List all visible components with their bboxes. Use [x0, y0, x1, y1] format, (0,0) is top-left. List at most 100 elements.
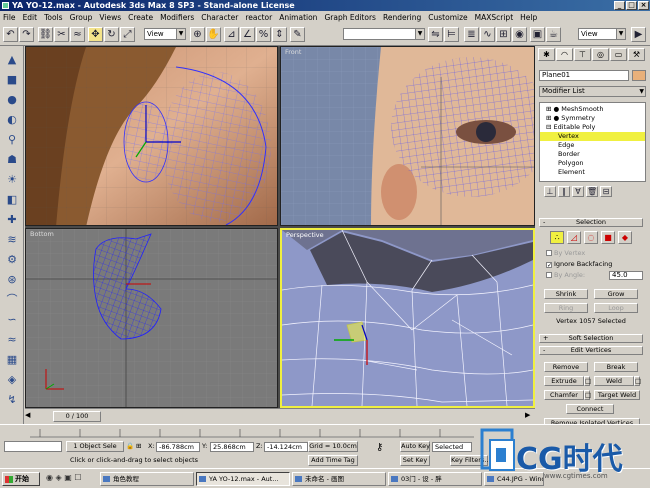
- weld-settings-button[interactable]: □: [634, 376, 641, 386]
- menu-animation[interactable]: Animation: [279, 13, 317, 22]
- bind-space-warp-icon[interactable]: ≈: [70, 27, 85, 42]
- key-mode-dropdown[interactable]: Selected: [432, 442, 472, 452]
- menu-graph-editors[interactable]: Graph Editors: [324, 13, 376, 22]
- menu-maxscript[interactable]: MAXScript: [475, 13, 514, 22]
- quick-render-icon[interactable]: ☕: [546, 27, 561, 42]
- task-item[interactable]: 未命名 - 画图: [292, 472, 386, 486]
- bone-icon[interactable]: ⚲: [4, 132, 20, 148]
- uvw-icon[interactable]: ◈: [4, 372, 20, 388]
- loop-button[interactable]: Loop: [594, 303, 638, 313]
- menu-create[interactable]: Create: [128, 13, 153, 22]
- hierarchy-tab-icon[interactable]: ⊤: [574, 48, 591, 61]
- task-item[interactable]: 角色教程: [100, 472, 194, 486]
- add-time-tag-button[interactable]: Add Time Tag: [308, 455, 358, 466]
- shrink-button[interactable]: Shrink: [544, 289, 588, 299]
- sphere-icon[interactable]: ●: [4, 92, 20, 108]
- x-coordinate-input[interactable]: -86.788cm: [156, 442, 200, 452]
- weld-button[interactable]: Weld: [594, 376, 634, 386]
- box-icon[interactable]: ■: [4, 72, 20, 88]
- track-bar-ruler[interactable]: [0, 425, 474, 439]
- material-editor-icon[interactable]: ◉: [512, 27, 527, 42]
- selection-rollout-header[interactable]: - Selection: [539, 218, 643, 227]
- modifier-icon[interactable]: ⊛: [4, 272, 20, 288]
- menu-group[interactable]: Group: [70, 13, 93, 22]
- viewport-bottom-right[interactable]: Perspective: [280, 228, 535, 408]
- stack-item-meshsmooth[interactable]: ⊞ ● MeshSmooth: [546, 105, 603, 114]
- light-icon[interactable]: ☀: [4, 172, 20, 188]
- grow-button[interactable]: Grow: [594, 289, 638, 299]
- chamfer-button[interactable]: Chamfer: [544, 390, 584, 400]
- ignore-backfacing-checkbox[interactable]: ✓ Ignore Backfacing: [546, 260, 612, 269]
- chamfer-settings-button[interactable]: □: [584, 390, 591, 400]
- vertex-mode-icon[interactable]: ∴: [550, 231, 564, 244]
- create-tab-icon[interactable]: ✱: [538, 48, 555, 61]
- render-scene-icon[interactable]: ▣: [530, 27, 545, 42]
- spinner-snap-icon[interactable]: ⇕: [272, 27, 287, 42]
- unlink-icon[interactable]: ✂: [54, 27, 69, 42]
- set-key-button[interactable]: Set Key: [400, 455, 430, 466]
- modifier-list-dropdown[interactable]: Modifier List ▼: [539, 86, 646, 97]
- border-mode-icon[interactable]: ◌: [584, 231, 598, 244]
- reference-coordinate-dropdown[interactable]: View ▼: [144, 28, 186, 40]
- polygon-mode-icon[interactable]: ■: [601, 231, 615, 244]
- cylinder-icon[interactable]: ◐: [4, 112, 20, 128]
- helper-icon[interactable]: ✚: [4, 212, 20, 228]
- menu-character[interactable]: Character: [201, 13, 238, 22]
- menu-edit[interactable]: Edit: [23, 13, 38, 22]
- schematic-view-icon[interactable]: ⊞: [496, 27, 511, 42]
- time-slider[interactable]: ◀ 0 / 100 ▶: [25, 408, 535, 424]
- stack-item-polygon[interactable]: Polygon: [558, 159, 584, 168]
- menu-tools[interactable]: Tools: [44, 13, 62, 22]
- spacewarp-icon[interactable]: ≋: [4, 232, 20, 248]
- systems-icon[interactable]: ⚙: [4, 252, 20, 268]
- modify-tab-icon[interactable]: ◠: [556, 48, 573, 61]
- display-tab-icon[interactable]: ▭: [610, 48, 627, 61]
- key-icon[interactable]: ⚷: [376, 443, 383, 453]
- create-object-icon[interactable]: ▲: [4, 52, 20, 68]
- viewport-bottom-left[interactable]: Bottom: [25, 228, 278, 408]
- motion-tab-icon[interactable]: ◎: [592, 48, 609, 61]
- menu-modifiers[interactable]: Modifiers: [160, 13, 194, 22]
- minimize-button[interactable]: _: [614, 1, 625, 10]
- select-scale-icon[interactable]: ⤢: [120, 27, 135, 42]
- by-angle-checkbox[interactable]: By Angle:: [546, 271, 585, 279]
- select-manipulate-icon[interactable]: ✋: [206, 27, 221, 42]
- start-button[interactable]: 开始: [2, 472, 40, 486]
- pivot-icon[interactable]: ⊕: [190, 27, 205, 42]
- time-slider-thumb[interactable]: 0 / 100: [53, 411, 101, 422]
- object-color-swatch[interactable]: [632, 70, 646, 81]
- task-item[interactable]: YA YO-12.max - Aut...: [196, 472, 290, 486]
- stack-item-editable-poly[interactable]: ⊟ Editable Poly: [546, 123, 595, 132]
- mirror-icon[interactable]: ⇋: [428, 27, 443, 42]
- menu-file[interactable]: File: [3, 13, 16, 22]
- element-mode-icon[interactable]: ◆: [618, 231, 632, 244]
- angle-snap-icon[interactable]: ∠: [240, 27, 255, 42]
- close-button[interactable]: ×: [638, 1, 649, 10]
- lock-selection-icon[interactable]: 🔒: [126, 441, 134, 451]
- target-weld-button[interactable]: Target Weld: [594, 390, 640, 400]
- remove-button[interactable]: Remove: [544, 362, 588, 372]
- curve-editor-icon[interactable]: ∿: [480, 27, 495, 42]
- stack-item-element[interactable]: Element: [558, 168, 585, 177]
- connect-button[interactable]: Connect: [566, 404, 614, 414]
- percent-snap-icon[interactable]: %: [256, 27, 271, 42]
- prev-frame-icon[interactable]: ◀: [25, 411, 33, 422]
- soft-selection-rollout-header[interactable]: + Soft Selection: [539, 334, 643, 343]
- maximize-button[interactable]: □: [626, 1, 637, 10]
- task-item[interactable]: 03门 - 设 - 胖: [388, 472, 482, 486]
- twist-icon[interactable]: ∽: [4, 312, 20, 328]
- utilities-tab-icon[interactable]: ⚒: [628, 48, 645, 61]
- configure-sets-icon[interactable]: ⊟: [600, 186, 612, 197]
- redo-icon[interactable]: ↷: [19, 27, 34, 42]
- edge-mode-icon[interactable]: ◿: [567, 231, 581, 244]
- angle-input[interactable]: 45.0: [609, 271, 643, 280]
- z-coordinate-input[interactable]: -14.124cm: [264, 442, 308, 452]
- snap-toggle-icon[interactable]: ⊿: [224, 27, 239, 42]
- select-move-icon[interactable]: ✥: [88, 27, 103, 42]
- remove-modifier-icon[interactable]: 🗑: [586, 186, 598, 197]
- break-button[interactable]: Break: [594, 362, 638, 372]
- viewport-top-left[interactable]: [25, 46, 278, 226]
- render-type-dropdown[interactable]: View ▼: [578, 28, 626, 40]
- by-vertex-checkbox[interactable]: By Vertex: [546, 249, 585, 257]
- bend-icon[interactable]: ⌒: [4, 292, 20, 308]
